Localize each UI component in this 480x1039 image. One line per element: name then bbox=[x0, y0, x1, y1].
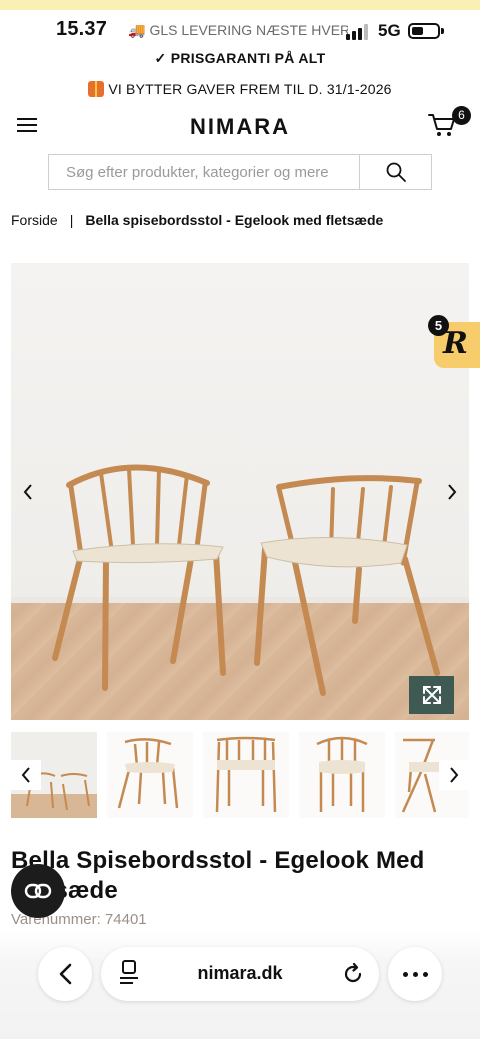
search-button[interactable] bbox=[359, 155, 431, 189]
search-bar bbox=[48, 154, 432, 190]
top-promo-strip bbox=[0, 0, 480, 10]
shipping-banner-text: GLS LEVERING NÆSTE HVERDAG bbox=[149, 22, 348, 38]
breadcrumb-separator: | bbox=[69, 212, 74, 228]
site-logo-wrap: NIMARA bbox=[0, 114, 480, 140]
battery-icon bbox=[408, 23, 440, 39]
thumbnails-next-button[interactable] bbox=[439, 760, 469, 790]
truck-icon: 🚚 bbox=[128, 22, 146, 38]
gift-exchange-banner: VI BYTTER GAVER FREM TIL D. 31/1-2026 bbox=[0, 81, 480, 97]
chevron-right-icon bbox=[450, 767, 459, 783]
chat-icon bbox=[24, 883, 52, 899]
price-guarantee-banner: ✓ PRISGARANTI PÅ ALT bbox=[154, 50, 326, 66]
expand-icon bbox=[422, 686, 441, 704]
status-time: 15.37 bbox=[56, 18, 108, 40]
network-label: 5G bbox=[378, 21, 401, 40]
chat-button[interactable] bbox=[11, 864, 65, 918]
thumbnail-4-image bbox=[316, 736, 368, 812]
chevron-left-icon bbox=[23, 484, 32, 500]
more-dot bbox=[402, 971, 408, 977]
shipping-banner: 🚚GLS LEVERING NÆSTE HVERDAG bbox=[128, 22, 348, 39]
search-input[interactable] bbox=[49, 155, 359, 189]
browser-url: nimara.dk bbox=[197, 963, 283, 983]
thumbnails-prev-button[interactable] bbox=[11, 760, 41, 790]
breadcrumb-current: Bella spisebordsstol - Egelook med flets… bbox=[85, 212, 384, 228]
thumbnail-2[interactable] bbox=[107, 732, 193, 818]
gift-exchange-text: VI BYTTER GAVER FREM TIL D. 31/1-2026 bbox=[108, 81, 392, 97]
menu-button[interactable] bbox=[17, 117, 37, 133]
thumbnail-3[interactable] bbox=[203, 732, 289, 818]
zoom-button[interactable] bbox=[409, 676, 454, 714]
product-title: Bella Spisebordsstol - Egelook Med Flets… bbox=[11, 847, 425, 904]
reviews-count-badge: 5 bbox=[428, 315, 449, 336]
chairs-photo bbox=[52, 464, 440, 696]
search-icon bbox=[386, 162, 406, 182]
chevron-left-icon bbox=[21, 767, 30, 783]
gallery-prev-button[interactable] bbox=[13, 477, 43, 507]
product-image-gallery[interactable] bbox=[11, 263, 469, 720]
gallery-next-button[interactable] bbox=[437, 477, 467, 507]
cart-count-badge: 6 bbox=[452, 106, 471, 125]
chevron-left-icon bbox=[59, 963, 72, 985]
browser-back-button[interactable] bbox=[38, 947, 92, 1001]
breadcrumb: Forside | Bella spisebordsstol - Egelook m… bbox=[11, 212, 383, 228]
signal-icon bbox=[346, 24, 368, 40]
browser-address-bar[interactable]: nimara.dk bbox=[101, 947, 379, 1001]
gift-icon bbox=[88, 81, 105, 97]
chevron-right-icon bbox=[448, 484, 457, 500]
reload-icon[interactable] bbox=[341, 962, 365, 986]
battery-tip bbox=[441, 28, 444, 34]
more-dot bbox=[422, 971, 428, 977]
thumbnail-4[interactable] bbox=[299, 732, 385, 818]
site-logo[interactable]: NIMARA bbox=[190, 114, 290, 139]
thumbnail-2-image bbox=[117, 738, 179, 809]
status-bar: 15.37 🚚GLS LEVERING NÆSTE HVERDAG 5G bbox=[0, 10, 480, 48]
thumbnail-3-image bbox=[215, 736, 277, 813]
breadcrumb-home-link[interactable]: Forside bbox=[11, 212, 58, 228]
more-dot bbox=[412, 971, 418, 977]
thumbnail-strip bbox=[11, 732, 469, 820]
browser-more-button[interactable] bbox=[388, 947, 442, 1001]
